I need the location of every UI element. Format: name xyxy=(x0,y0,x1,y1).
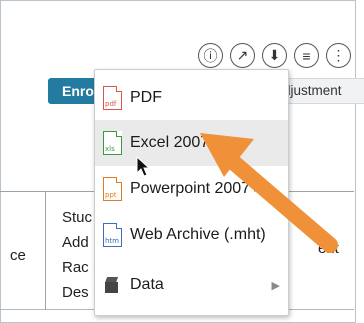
annotation-arrow-icon xyxy=(200,133,338,253)
mht-file-icon: htm xyxy=(103,223,122,247)
open-external-icon[interactable]: ↗ xyxy=(230,43,255,68)
grid-column-divider xyxy=(45,192,46,310)
ppt-file-icon: ppt xyxy=(103,177,122,201)
mouse-pointer-icon xyxy=(136,156,150,177)
data-cube-icon xyxy=(103,275,122,295)
grid-cell-line: Stuc xyxy=(62,209,93,226)
more-options-icon[interactable]: ⋮ xyxy=(326,43,351,68)
pdf-file-icon: pdf xyxy=(103,86,122,110)
grid-cell-left: ce xyxy=(10,247,26,264)
menu-item-pdf[interactable]: pdf PDF xyxy=(95,75,288,121)
info-icon[interactable]: ⓘ xyxy=(198,43,223,68)
grid-cell-line: Add xyxy=(62,234,89,251)
menu-item-data[interactable]: Data ▶ xyxy=(95,262,288,308)
menu-item-label: PDF xyxy=(130,89,162,106)
xls-file-icon: xls xyxy=(103,131,122,155)
submenu-arrow-icon: ▶ xyxy=(271,279,280,292)
menu-item-label: Data xyxy=(130,276,164,293)
filter-icon[interactable]: ≡ xyxy=(294,43,319,68)
download-icon[interactable]: ⬇ xyxy=(262,43,287,68)
grid-cell-line: Rac xyxy=(62,259,89,276)
grid-cell-line: Des xyxy=(62,284,89,301)
